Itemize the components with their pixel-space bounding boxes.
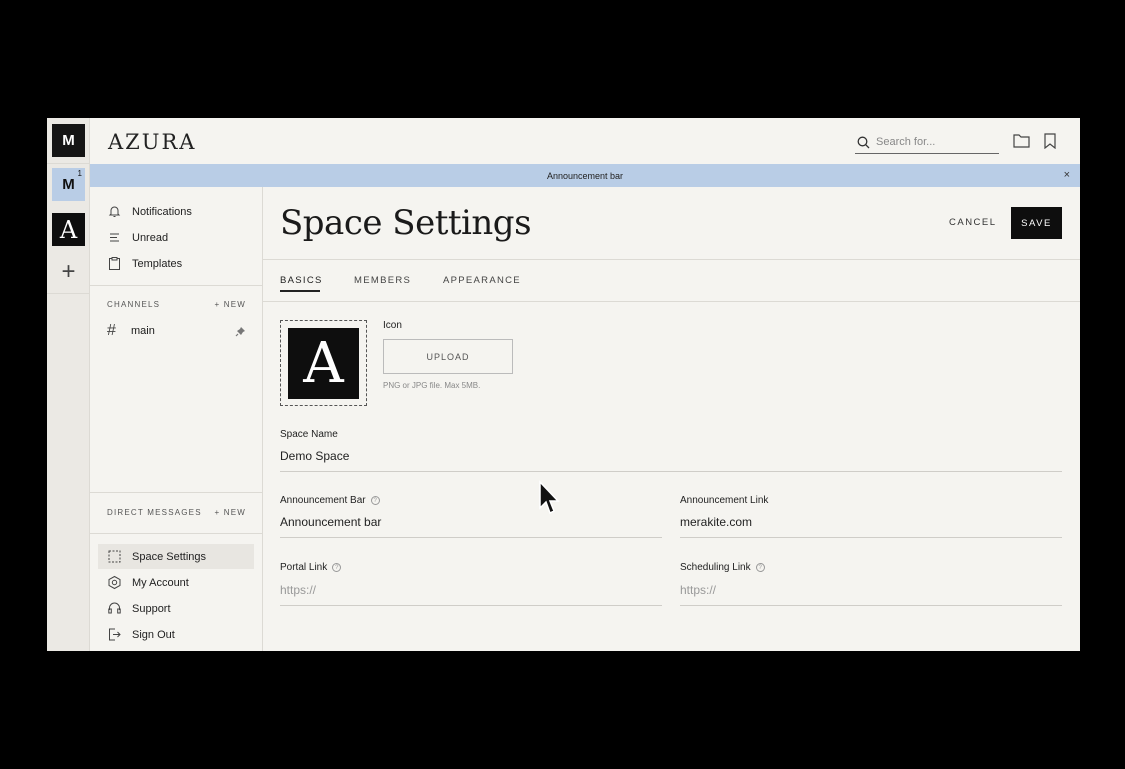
label-text: Announcement Bar	[280, 495, 366, 506]
cancel-button[interactable]: CANCEL	[949, 217, 997, 228]
close-icon[interactable]: ×	[1064, 169, 1070, 181]
upload-button[interactable]: UPLOAD	[383, 339, 513, 374]
top-header: AZURA Search for...	[90, 118, 1080, 164]
notification-badge: 1	[77, 169, 82, 178]
channel-label: main	[131, 325, 155, 337]
field-underline	[280, 471, 1062, 472]
announcement-bar-label: Announcement Bar ?	[280, 495, 380, 506]
account-icon	[108, 575, 121, 590]
workspace-m-button[interactable]: M1	[52, 168, 85, 201]
sidebar-item-label: Unread	[132, 231, 169, 244]
search-icon	[857, 136, 870, 148]
dashed-square-icon	[108, 550, 121, 563]
help-icon[interactable]: ?	[755, 563, 765, 572]
channels-title: CHANNELS	[107, 300, 161, 309]
tab-members[interactable]: MEMBERS	[354, 275, 411, 286]
hash-icon: #	[107, 322, 116, 339]
space-icon-image: A	[288, 328, 359, 399]
upload-hint: PNG or JPG file. Max 5MB.	[383, 381, 481, 390]
sidebar-item-label: Sign Out	[132, 628, 175, 641]
sidebar-item-my-account[interactable]: My Account	[107, 575, 189, 590]
sidebar-item-notifications[interactable]: Notifications	[107, 204, 192, 219]
workspace-rail: M M1 A +	[47, 118, 90, 651]
scheduling-link-field[interactable]: https://	[680, 583, 716, 597]
workspace-letter: M	[62, 132, 75, 149]
plus-icon: +	[61, 257, 76, 285]
workspace-letter: A	[59, 215, 78, 244]
dm-title: DIRECT MESSAGES	[107, 508, 202, 517]
app-window: M M1 A + AZURA Search for... Announcemen…	[47, 118, 1080, 651]
settings-panel: Space Settings CANCEL SAVE BASICS MEMBER…	[263, 187, 1080, 651]
active-tab-indicator	[280, 290, 320, 292]
label-text: Portal Link	[280, 562, 328, 573]
icon-label: Icon	[383, 320, 402, 331]
announcement-text: Announcement bar	[546, 170, 624, 181]
divider	[90, 492, 262, 493]
divider	[90, 285, 262, 286]
save-button[interactable]: SAVE	[1011, 207, 1062, 239]
sign-out-icon	[109, 628, 121, 641]
page-title: Space Settings	[280, 203, 532, 243]
workspace-a-button[interactable]: A	[52, 213, 85, 246]
sidebar-item-label: Space Settings	[132, 550, 206, 563]
list-icon	[110, 233, 119, 242]
clipboard-icon	[109, 257, 120, 270]
help-icon[interactable]: ?	[332, 563, 342, 572]
space-name-field[interactable]: Demo Space	[280, 449, 349, 463]
announcement-link-label: Announcement Link	[680, 495, 769, 506]
mouse-cursor-icon	[539, 480, 560, 515]
space-name-label: Space Name	[280, 429, 338, 440]
divider	[263, 259, 1080, 260]
search-input[interactable]: Search for...	[855, 131, 999, 154]
sidebar-item-support[interactable]: Support	[107, 601, 171, 616]
bell-icon	[108, 206, 121, 217]
field-underline	[680, 537, 1062, 538]
portal-link-field[interactable]: https://	[280, 583, 316, 597]
announcement-link-field[interactable]: merakite.com	[680, 515, 752, 529]
sidebar-item-label: Support	[132, 602, 171, 615]
sidebar-item-sign-out[interactable]: Sign Out	[107, 627, 175, 642]
space-icon-preview[interactable]: A	[280, 320, 367, 406]
channels-header: CHANNELS + NEW	[107, 300, 246, 309]
new-channel-button[interactable]: + NEW	[214, 300, 246, 309]
pin-icon[interactable]	[235, 326, 246, 337]
new-dm-button[interactable]: + NEW	[214, 508, 246, 517]
app-logo: AZURA	[108, 130, 197, 154]
tab-appearance[interactable]: APPEARANCE	[443, 275, 521, 286]
announcement-bar: Announcement bar ×	[90, 164, 1080, 187]
tab-basics[interactable]: BASICS	[280, 275, 323, 286]
bookmark-icon[interactable]	[1044, 133, 1056, 149]
sidebar-item-unread[interactable]: Unread	[107, 230, 168, 245]
rail-divider	[47, 163, 90, 164]
rail-divider	[47, 293, 90, 294]
channel-item-main[interactable]: # main	[107, 322, 246, 340]
help-icon[interactable]: ?	[370, 496, 380, 505]
divider	[263, 301, 1080, 302]
sidebar-item-label: Notifications	[132, 205, 192, 218]
divider	[90, 533, 262, 534]
scheduling-link-label: Scheduling Link ?	[680, 562, 765, 573]
home-workspace-button[interactable]: M	[52, 124, 85, 157]
headset-icon	[108, 602, 121, 614]
field-underline	[280, 605, 662, 606]
add-workspace-button[interactable]: +	[52, 255, 85, 288]
sidebar-item-space-settings[interactable]: Space Settings	[107, 549, 206, 564]
folder-icon[interactable]	[1013, 133, 1030, 148]
field-underline	[680, 605, 1062, 606]
label-text: Scheduling Link	[680, 562, 751, 573]
sidebar-item-label: My Account	[132, 576, 189, 589]
search-placeholder: Search for...	[876, 136, 936, 148]
dm-header: DIRECT MESSAGES + NEW	[107, 508, 246, 517]
sidebar-item-label: Templates	[132, 257, 183, 270]
announcement-bar-field[interactable]: Announcement bar	[280, 515, 381, 529]
workspace-letter: M	[62, 176, 75, 193]
field-underline	[280, 537, 662, 538]
portal-link-label: Portal Link ?	[280, 562, 342, 573]
sidebar: Notifications Unread Templates CHANNELS …	[90, 187, 263, 651]
sidebar-item-templates[interactable]: Templates	[107, 256, 182, 271]
